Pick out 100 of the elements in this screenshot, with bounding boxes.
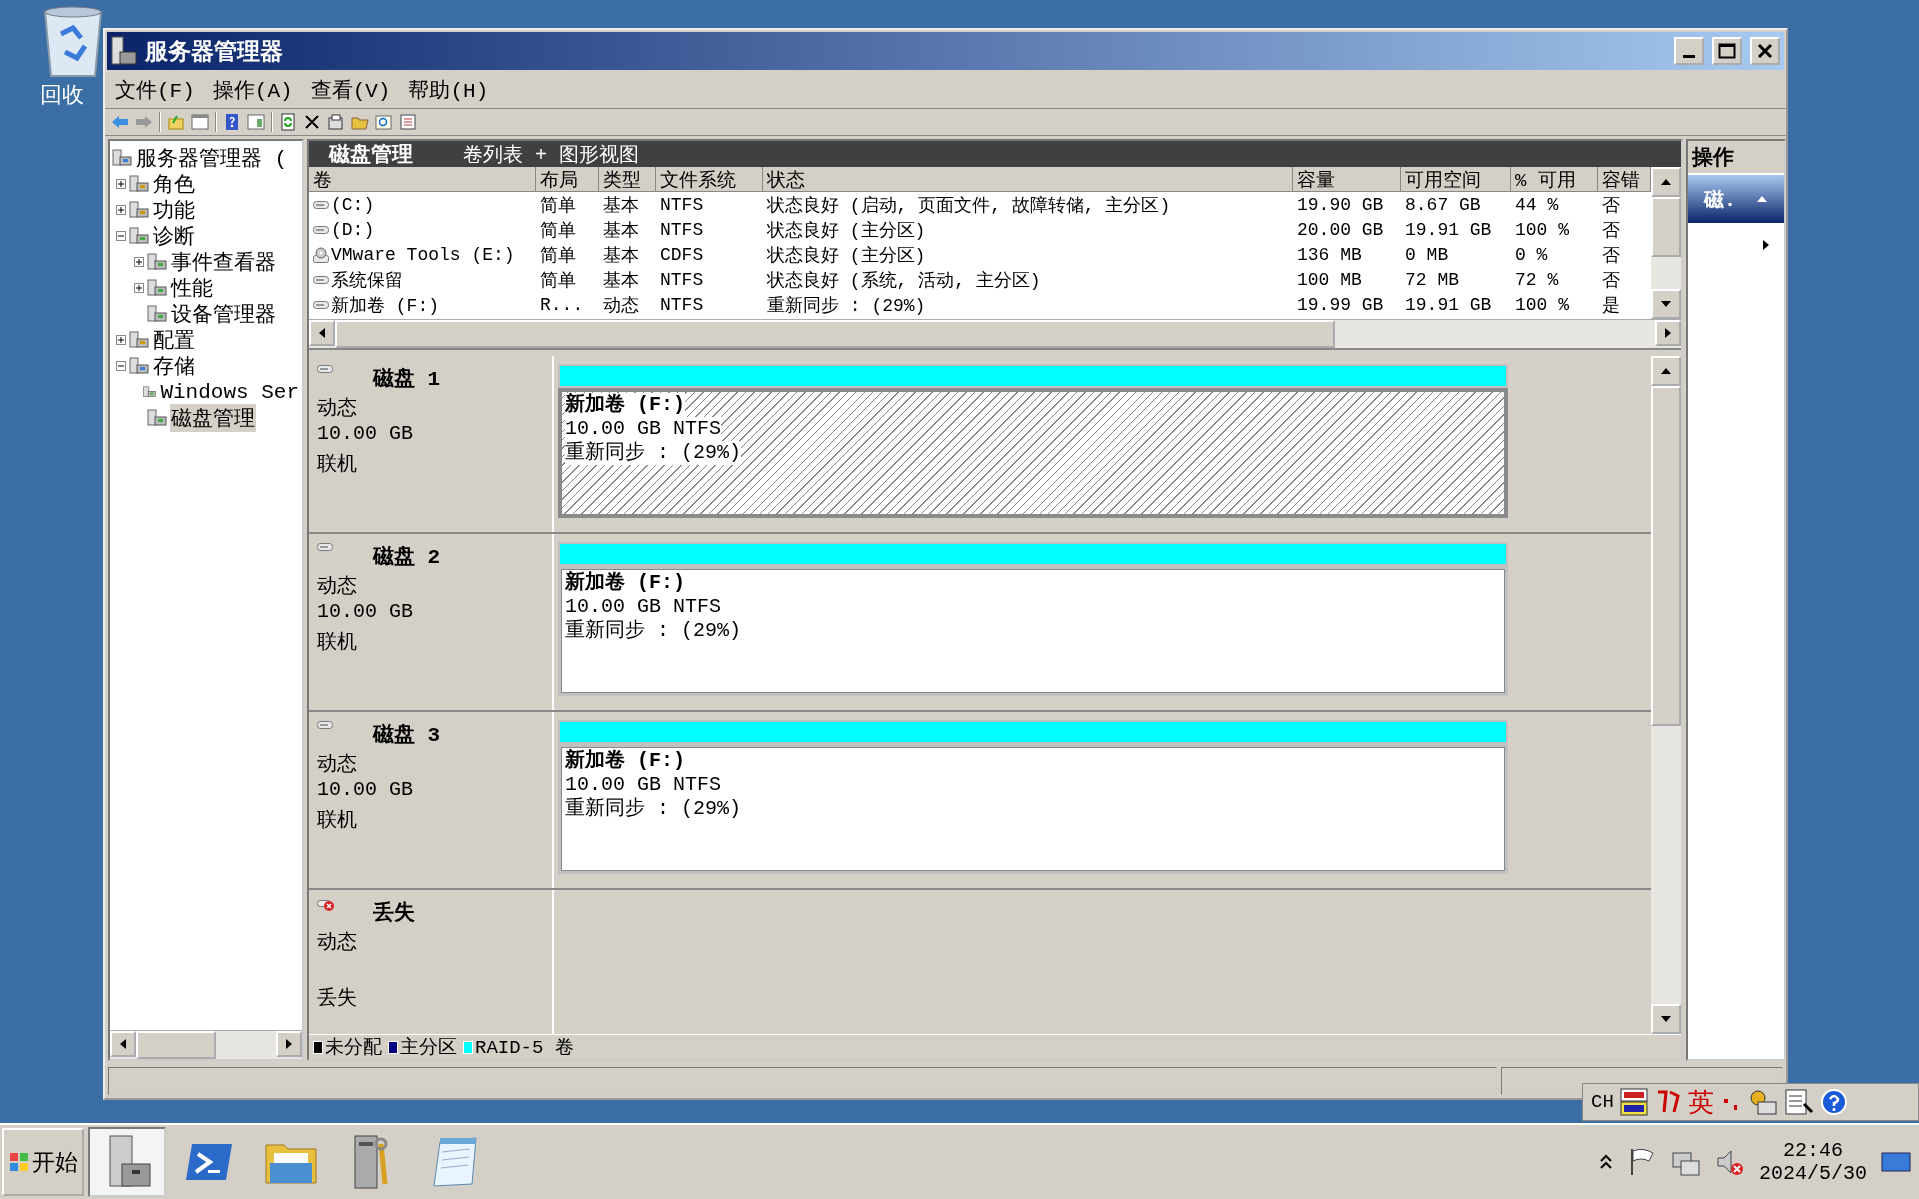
table-cell-text: 19.99 GB — [1296, 293, 1385, 317]
desktop-icon-label[interactable]: 回收 — [40, 80, 84, 110]
horizontal-scrollbar[interactable] — [110, 1030, 302, 1059]
table-cell-text: 否 — [1601, 269, 1621, 292]
column-header[interactable]: 容错 — [1598, 167, 1651, 192]
table-cell: 系统保留 — [309, 267, 536, 292]
clock[interactable]: 22:46 2024/5/30 — [1758, 1139, 1867, 1185]
tree-item[interactable]: 配置 — [152, 326, 196, 354]
column-header[interactable]: 布局 — [536, 167, 599, 192]
collapse-icon[interactable] — [116, 361, 126, 371]
table-cell-text: 否 — [1601, 194, 1621, 217]
keyboard-settings-icon[interactable] — [1747, 1088, 1778, 1116]
server-icon — [129, 331, 149, 349]
tree-item[interactable]: 功能 — [152, 196, 196, 224]
volume-block[interactable]: 新加卷 (F:) 10.00 GB NTFS 重新同步 : (29%) — [558, 388, 1508, 518]
recycle-bin-icon[interactable] — [41, 4, 105, 80]
table-cell-text: 简单 — [539, 194, 577, 217]
disk-type: 动态 — [317, 930, 358, 956]
tree-item[interactable]: 磁盘管理 — [170, 404, 256, 432]
column-header[interactable]: 状态 — [763, 167, 1293, 192]
tree-item[interactable]: 服务器管理器 ( — [135, 144, 289, 172]
actions-section-header[interactable]: 磁. — [1688, 175, 1784, 223]
disk-type: 动态 — [317, 574, 358, 600]
language-indicator[interactable]: CH — [1591, 1091, 1614, 1113]
collapse-icon[interactable] — [116, 231, 126, 241]
volume-block[interactable]: 新加卷 (F:) 10.00 GB NTFS 重新同步 : (29%) — [558, 566, 1508, 696]
volume-block[interactable]: 新加卷 (F:) 10.00 GB NTFS 重新同步 : (29%) — [558, 744, 1508, 874]
expand-icon[interactable] — [116, 205, 126, 215]
tree-item[interactable]: 诊断 — [152, 222, 196, 250]
volume-name: 新加卷 (F:) — [565, 571, 685, 595]
server-icon — [147, 409, 167, 427]
delete-icon[interactable] — [303, 113, 321, 131]
legend-label: 主分区 — [400, 1036, 457, 1060]
server-icon — [147, 305, 167, 323]
horizontal-scrollbar[interactable] — [309, 319, 1681, 350]
vertical-scrollbar[interactable] — [1651, 167, 1681, 319]
table-cell: (C:) — [309, 192, 536, 217]
server-icon — [111, 36, 137, 66]
table-cell-text: 100 MB — [1296, 268, 1363, 292]
column-header[interactable]: 卷 — [309, 167, 536, 192]
minimize-icon — [1683, 54, 1695, 58]
menu-item[interactable]: 帮助(H) — [408, 76, 489, 104]
expand-icon[interactable] — [134, 257, 144, 267]
table-cell-text: R... — [539, 293, 585, 317]
table-cell-text: 19.90 GB — [1296, 193, 1385, 217]
input-mode[interactable]: 英 — [1687, 1084, 1714, 1120]
minimize-button[interactable] — [1674, 37, 1704, 65]
column-header[interactable]: % 可用 — [1511, 167, 1598, 192]
start-button[interactable]: 开始 — [2, 1128, 84, 1196]
tree-item[interactable]: 性能 — [170, 274, 214, 302]
menu-item[interactable]: 操作(A) — [212, 76, 293, 104]
chevron-up-icon[interactable] — [1598, 1153, 1613, 1171]
expand-icon[interactable] — [116, 179, 126, 189]
menu-item[interactable]: 查看(V) — [310, 76, 391, 104]
column-header[interactable]: 文件系统 — [656, 167, 763, 192]
tree-item[interactable]: 事件查看器 — [170, 248, 277, 276]
column-header[interactable]: 类型 — [599, 167, 656, 192]
refresh-icon[interactable] — [279, 113, 297, 131]
tree-item[interactable]: 设备管理器 — [170, 300, 277, 328]
ime-logo-icon[interactable] — [1619, 1088, 1648, 1116]
help-icon[interactable] — [223, 113, 241, 131]
table-cell-text: 状态良好 (主分区) — [766, 219, 927, 242]
properties-icon[interactable] — [327, 113, 345, 131]
volume-name: 新加卷 (F:) — [565, 393, 685, 417]
help-icon[interactable] — [1819, 1088, 1848, 1116]
volume-status: 重新同步 : (29%) — [565, 441, 741, 465]
table-cell-text: 简单 — [539, 244, 577, 267]
expand-icon[interactable] — [134, 283, 144, 293]
column-header[interactable]: 可用空间 — [1401, 167, 1511, 192]
disk-type: 动态 — [317, 752, 358, 778]
disk-size: 10.00 GB — [317, 600, 414, 625]
tree-item[interactable]: 存储 — [152, 352, 196, 380]
maximize-button[interactable] — [1712, 37, 1742, 65]
table-cell-text: 100 % — [1514, 218, 1570, 242]
pane-icon[interactable] — [247, 113, 265, 131]
show-desktop-icon[interactable] — [1881, 1150, 1911, 1174]
tree-item[interactable]: 角色 — [152, 170, 196, 198]
table-cell-text: 基本 — [602, 269, 640, 292]
table-cell-text: NTFS — [659, 293, 705, 317]
maximize-icon — [1718, 43, 1736, 59]
expand-icon[interactable] — [116, 335, 126, 345]
magnifier-icon[interactable] — [375, 113, 393, 131]
document-icon[interactable] — [1783, 1088, 1814, 1116]
taskbar-app-button[interactable] — [88, 1127, 166, 1197]
table-cell-text: 0 MB — [1404, 243, 1450, 267]
list-icon[interactable] — [399, 113, 417, 131]
pane-icon[interactable] — [191, 113, 209, 131]
tree-item[interactable]: Windows Ser — [159, 380, 300, 404]
table-cell-text: 基本 — [602, 194, 640, 217]
server-icon — [112, 149, 132, 167]
table-cell-text: 重新同步 : (29%) — [766, 294, 927, 317]
column-header[interactable]: 容量 — [1293, 167, 1401, 192]
server-icon — [147, 279, 167, 297]
vertical-scrollbar[interactable] — [1651, 356, 1681, 1034]
table-cell-text: 72 % — [1514, 268, 1560, 292]
close-button[interactable] — [1750, 37, 1780, 65]
table-cell-text: 100 % — [1514, 293, 1570, 317]
table-cell-text: CDFS — [659, 243, 705, 267]
table-cell-text: 状态良好 (主分区) — [766, 244, 927, 267]
menu-item[interactable]: 文件(F) — [115, 76, 195, 104]
